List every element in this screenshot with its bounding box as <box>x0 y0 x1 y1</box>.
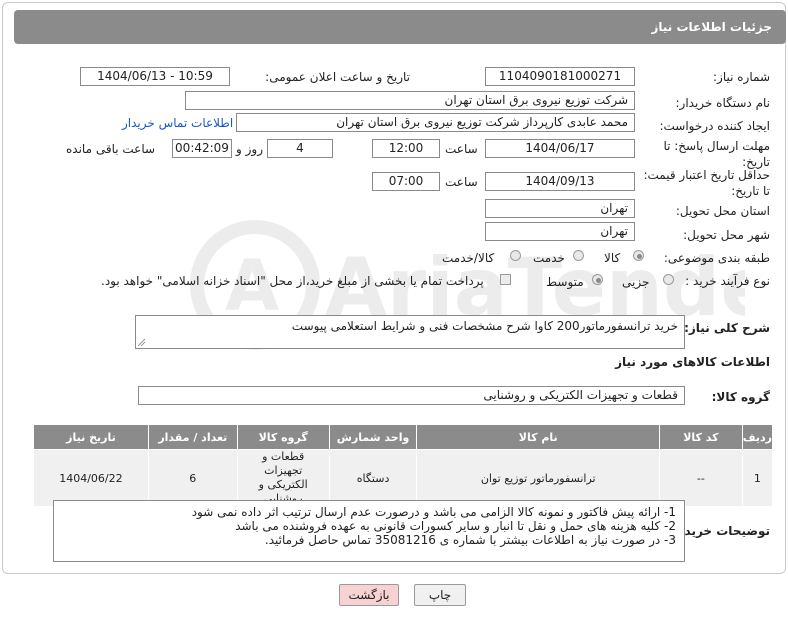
purchase-type-label: نوع فرآیند خرید : <box>685 274 770 288</box>
delivery-city-field[interactable]: تهران <box>485 222 635 241</box>
days-remaining-field[interactable]: 4 <box>267 139 333 158</box>
buyer-contact-link[interactable]: اطلاعات تماس خریدار <box>122 116 233 130</box>
cell-date: 1404/06/22 <box>33 449 149 507</box>
delivery-province-field[interactable]: تهران <box>485 199 635 218</box>
creator-field[interactable]: محمد عابدی کارپرداز شرکت توزیع نیروی برق… <box>236 113 635 132</box>
buyer-notes-field[interactable]: 1- ارائه پیش فاکتور و نمونه کالا الزامی … <box>53 500 685 562</box>
resize-handle-icon[interactable] <box>137 338 146 347</box>
goods-group-label: گروه کالا: <box>711 390 770 404</box>
category-service-radio[interactable] <box>573 250 584 261</box>
goods-table: ردیف کد کالا نام کالا واحد شمارش گروه کا… <box>33 424 774 507</box>
cell-unit: دستگاه <box>328 449 418 507</box>
cell-qty: 6 <box>147 449 238 507</box>
announce-date-field[interactable]: 1404/06/13 - 10:59 <box>80 67 230 86</box>
category-goods-radio[interactable] <box>633 250 644 261</box>
deadline-label: مهلت ارسال پاسخ: تا تاریخ: <box>663 139 770 169</box>
purchase-medium-radio[interactable] <box>592 274 603 285</box>
goods-table-header: ردیف کد کالا نام کالا واحد شمارش گروه کا… <box>33 424 774 450</box>
payment-note: پرداخت تمام یا بخشی از مبلغ خرید،از محل … <box>101 274 484 288</box>
need-number-field[interactable]: 1104090181000271 <box>485 67 635 86</box>
cell-code: -- <box>658 449 743 507</box>
price-validity-label: حداقل تاریخ اعتبار قیمت: تا تاریخ: <box>643 168 770 198</box>
purchase-small-label: جزیی <box>622 275 650 289</box>
purchase-small-radio[interactable] <box>663 274 674 285</box>
time-remaining-field[interactable]: 00:42:09 <box>172 139 232 158</box>
category-service-label: خدمت <box>533 251 565 265</box>
validity-time-field[interactable]: 07:00 <box>372 172 440 191</box>
category-goods-service-label: کالا/خدمت <box>442 251 495 265</box>
delivery-province-label: استان محل تحویل: <box>675 204 770 218</box>
deadline-date-field[interactable]: 1404/06/17 <box>485 139 635 158</box>
col-code: کد کالا <box>658 424 743 450</box>
need-number-label: شماره نیاز: <box>713 70 770 84</box>
buyer-note-line: 3- در صورت نیاز به اطلاعات بیشتر با شمار… <box>264 533 676 547</box>
col-name: نام کالا <box>416 424 660 450</box>
validity-time-label: ساعت <box>445 175 478 189</box>
col-qty: تعداد / مقدار <box>147 424 238 450</box>
col-group: گروه کالا <box>236 424 330 450</box>
print-button[interactable]: چاپ <box>414 584 466 606</box>
category-goods-label: کالا <box>604 251 621 265</box>
buyer-org-label: نام دستگاه خریدار: <box>675 96 771 110</box>
creator-label: ایجاد کننده درخواست: <box>659 119 770 133</box>
cell-row: 1 <box>741 449 774 507</box>
col-row: ردیف <box>741 424 774 450</box>
category-label: طبقه بندی موضوعی: <box>663 251 770 265</box>
deadline-time-label: ساعت <box>445 142 478 156</box>
deadline-time-field[interactable]: 12:00 <box>372 139 440 158</box>
islamic-treasury-checkbox[interactable] <box>500 274 511 285</box>
buyer-note-line: 2- کلیه هزینه های حمل و نقل تا انبار و س… <box>235 519 676 533</box>
announce-date-label: تاریخ و ساعت اعلان عمومی: <box>265 70 410 84</box>
time-remaining-label: ساعت باقی مانده <box>66 142 156 156</box>
need-description-label: شرح کلی نیاز: <box>684 321 770 335</box>
delivery-city-label: شهر محل تحویل: <box>683 228 770 242</box>
buyer-org-field[interactable]: شرکت توزیع نیروی برق استان تهران <box>185 91 635 110</box>
validity-date-field[interactable]: 1404/09/13 <box>485 172 635 191</box>
purchase-medium-label: متوسط <box>546 275 584 289</box>
goods-group-field[interactable]: قطعات و تجهیزات الکتریکی و روشنایی <box>138 386 685 405</box>
col-unit: واحد شمارش <box>328 424 418 450</box>
page-header: جزئیات اطلاعات نیاز <box>14 10 786 44</box>
page-title: جزئیات اطلاعات نیاز <box>651 20 772 34</box>
buyer-note-line: 1- ارائه پیش فاکتور و نمونه کالا الزامی … <box>191 505 676 519</box>
back-button[interactable]: بازگشت <box>339 584 399 606</box>
need-description-field[interactable]: خرید ترانسفورماتور200 کاوا شرح مشخصات فن… <box>135 315 685 349</box>
category-goods-service-radio[interactable] <box>510 250 521 261</box>
cell-name: ترانسفورماتور توزیع توان <box>416 449 660 507</box>
col-date: تاریخ نیاز <box>33 424 149 450</box>
cell-group: قطعات و تجهیزات الکتریکی و روشنایی <box>236 449 330 507</box>
goods-section-title: اطلاعات کالاهای مورد نیاز <box>615 355 770 369</box>
days-label: روز و <box>236 142 263 156</box>
table-row: 1 -- ترانسفورماتور توزیع توان دستگاه قطع… <box>33 449 774 507</box>
